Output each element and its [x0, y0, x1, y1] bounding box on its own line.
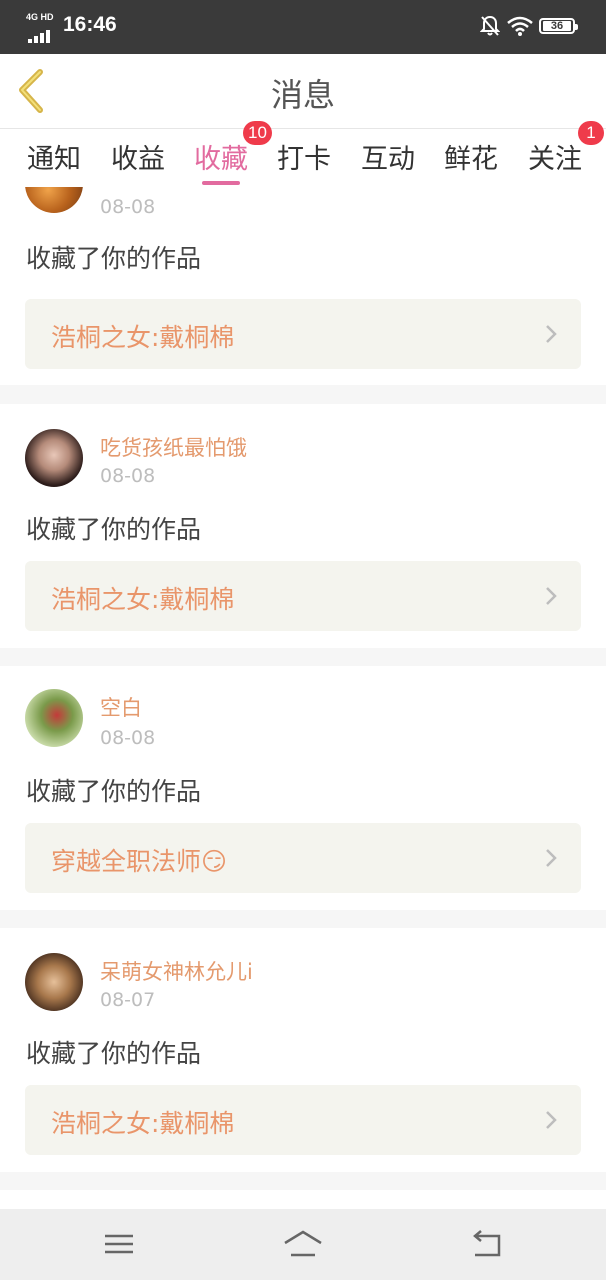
- work-link[interactable]: 穿越全职法师😏: [25, 823, 581, 893]
- username[interactable]: 吃货孩纸最怕饿: [100, 432, 247, 462]
- work-link[interactable]: 浩桐之女:戴桐棉: [25, 561, 581, 631]
- tab-bar: 通知 收益 收藏 10 打卡 互动 鲜花 关注 1: [0, 121, 606, 187]
- network-type: 4G HD: [26, 12, 54, 22]
- list-item: 呆萌女神林允儿i 08-07 收藏了你的作品 浩桐之女:戴桐棉: [0, 928, 606, 1172]
- tab-interactions[interactable]: 互动: [359, 137, 417, 185]
- system-nav-bar: [0, 1209, 606, 1280]
- header: 消息: [0, 54, 606, 129]
- avatar[interactable]: [25, 187, 83, 213]
- tab-flowers[interactable]: 鲜花: [442, 137, 500, 185]
- action-text: 收藏了你的作品: [26, 777, 202, 806]
- battery-level: 36: [543, 21, 571, 32]
- bell-off-icon: [480, 15, 500, 36]
- chevron-right-icon: [546, 325, 557, 343]
- message-list[interactable]: 08-08 收藏了你的作品 浩桐之女:戴桐棉 吃货孩纸最怕饿 08-08 收藏了…: [0, 187, 606, 1209]
- work-link[interactable]: 浩桐之女:戴桐棉: [25, 1085, 581, 1155]
- tab-follow[interactable]: 关注: [526, 137, 584, 185]
- message-date: 08-08: [100, 196, 156, 218]
- menu-icon[interactable]: [99, 1227, 139, 1261]
- tab-earnings[interactable]: 收益: [109, 137, 167, 185]
- list-item: 08-08 收藏了你的作品 浩桐之女:戴桐棉: [0, 187, 606, 385]
- tab-label: 关注: [528, 144, 582, 175]
- avatar[interactable]: [25, 689, 83, 747]
- battery-icon: 36: [539, 18, 578, 34]
- message-date: 08-08: [100, 465, 156, 487]
- chevron-right-icon: [546, 587, 557, 605]
- tab-label: 通知: [27, 144, 81, 175]
- favorites-badge: 10: [243, 121, 272, 145]
- work-title: 穿越全职法师😏: [51, 847, 228, 876]
- back-icon[interactable]: [467, 1227, 507, 1261]
- page-title: 消息: [270, 76, 335, 114]
- active-tab-indicator: [202, 181, 240, 185]
- tab-label: 鲜花: [444, 144, 498, 175]
- username[interactable]: 呆萌女神林允儿i: [100, 956, 253, 986]
- action-text: 收藏了你的作品: [26, 1039, 202, 1068]
- wifi-icon: [507, 16, 533, 36]
- tab-notifications[interactable]: 通知: [25, 137, 83, 185]
- tab-checkin[interactable]: 打卡: [275, 137, 333, 185]
- tab-label: 收益: [111, 144, 165, 175]
- home-icon[interactable]: [283, 1227, 323, 1261]
- action-text: 收藏了你的作品: [26, 244, 202, 273]
- message-date: 08-07: [100, 989, 156, 1011]
- list-item: 吃货孩纸最怕饿 08-08 收藏了你的作品 浩桐之女:戴桐棉: [0, 404, 606, 648]
- work-title: 浩桐之女:戴桐棉: [51, 323, 235, 352]
- action-text: 收藏了你的作品: [26, 515, 202, 544]
- list-item: 空白 08-08 收藏了你的作品 穿越全职法师😏: [0, 666, 606, 910]
- chevron-right-icon: [546, 849, 557, 867]
- tab-label: 收藏: [194, 144, 248, 175]
- message-date: 08-08: [100, 727, 156, 749]
- list-item: [0, 1190, 606, 1209]
- clock: 16:46: [63, 13, 117, 36]
- work-title: 浩桐之女:戴桐棉: [51, 1109, 235, 1138]
- status-bar: 4G HD 16:46 36: [0, 0, 606, 54]
- avatar[interactable]: [25, 429, 83, 487]
- username[interactable]: 空白: [100, 692, 142, 722]
- tab-favorites[interactable]: 收藏: [192, 137, 250, 185]
- signal-icon: 4G HD: [26, 12, 56, 43]
- tab-label: 互动: [361, 144, 415, 175]
- tab-label: 打卡: [277, 144, 331, 175]
- follow-badge: 1: [578, 121, 604, 145]
- work-title: 浩桐之女:戴桐棉: [51, 585, 235, 614]
- chevron-right-icon: [546, 1111, 557, 1129]
- avatar[interactable]: [25, 953, 83, 1011]
- work-link[interactable]: 浩桐之女:戴桐棉: [25, 299, 581, 369]
